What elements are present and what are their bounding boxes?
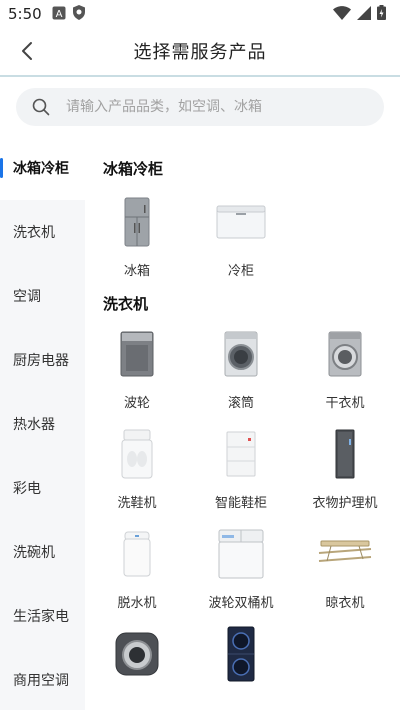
section-title-washer: 洗衣机	[103, 293, 149, 315]
chest-freezer-icon	[211, 194, 271, 250]
product-clothes-rack[interactable]: 晾衣机	[295, 526, 395, 616]
sidebar-item-commercial-ac[interactable]: 商用空调	[0, 648, 85, 710]
product-stacked-washer-dryer[interactable]	[191, 626, 291, 710]
search-bar[interactable]	[16, 88, 384, 126]
product-label: 晾衣机	[325, 596, 365, 611]
chevron-left-icon	[22, 42, 32, 60]
sidebar-item-label: 冰箱冷柜	[13, 161, 69, 177]
product-label: 洗鞋机	[117, 496, 157, 511]
sidebar-item-label: 洗衣机	[13, 225, 55, 241]
product-twin-tub-washer[interactable]: 波轮双桶机	[191, 526, 291, 616]
active-indicator	[0, 158, 3, 178]
product-top-load-washer[interactable]: 波轮	[87, 326, 187, 416]
header-divider	[0, 75, 400, 77]
sidebar-item-label: 热水器	[13, 417, 55, 433]
product-label: 冷柜	[227, 264, 254, 279]
product-label: 冰箱	[123, 264, 150, 279]
round-washer-icon	[107, 626, 167, 682]
sidebar-item-label: 商用空调	[13, 673, 69, 689]
notification-a-icon: A	[52, 5, 66, 24]
sidebar-item-home-appliances[interactable]: 生活家电	[0, 584, 85, 648]
sidebar-item-label: 洗碗机	[13, 545, 55, 561]
svg-text:A: A	[55, 9, 62, 20]
product-chest-freezer[interactable]: 冷柜	[191, 194, 291, 284]
sidebar-item-label: 彩电	[13, 481, 41, 497]
clothes-rack-icon	[315, 526, 375, 582]
status-bar: 5:50 A	[0, 0, 400, 28]
sidebar-item-fridge-freezer[interactable]: 冰箱冷柜	[0, 136, 85, 200]
section-title-fridge-freezer: 冰箱冷柜	[103, 158, 164, 180]
sidebar-item-air-conditioner[interactable]: 空调	[0, 264, 85, 328]
product-label: 波轮	[123, 396, 150, 411]
product-label: 脱水机	[117, 596, 157, 611]
shoe-washer-icon	[107, 426, 167, 482]
product-label: 智能鞋柜	[214, 496, 267, 511]
product-fridge[interactable]: 冰箱	[87, 194, 187, 284]
wifi-icon	[333, 5, 351, 24]
shield-icon	[72, 4, 86, 24]
front-load-washer-icon	[211, 326, 271, 382]
clothes-care-icon	[315, 426, 375, 482]
search-icon	[32, 98, 50, 116]
product-spin-dryer[interactable]: 脱水机	[87, 526, 187, 616]
dryer-icon	[315, 326, 375, 382]
sidebar-item-tv[interactable]: 彩电	[0, 456, 85, 520]
back-button[interactable]	[14, 38, 40, 64]
product-round-washer[interactable]	[87, 626, 187, 710]
product-list: 冰箱冷柜 冰箱 冷柜 洗衣机 波轮 滚筒 干衣机 洗鞋机 智能鞋柜 衣物护理机 …	[85, 136, 400, 710]
category-sidebar: 冰箱冷柜 洗衣机 空调 厨房电器 热水器 彩电 洗碗机 生活家电 商用空调	[0, 136, 85, 710]
sidebar-item-dishwasher[interactable]: 洗碗机	[0, 520, 85, 584]
product-front-load-washer[interactable]: 滚筒	[191, 326, 291, 416]
top-load-washer-icon	[107, 326, 167, 382]
sidebar-item-label: 空调	[13, 289, 41, 305]
product-dryer[interactable]: 干衣机	[295, 326, 395, 416]
product-clothes-care[interactable]: 衣物护理机	[295, 426, 395, 516]
sidebar-item-label: 厨房电器	[13, 353, 69, 369]
product-shoe-cabinet[interactable]: 智能鞋柜	[191, 426, 291, 516]
status-time: 5:50	[8, 5, 42, 23]
fridge-icon	[107, 194, 167, 250]
sidebar-item-kitchen-appliances[interactable]: 厨房电器	[0, 328, 85, 392]
section-title-text: 冰箱冷柜	[103, 160, 164, 178]
shoe-cabinet-icon	[211, 426, 271, 482]
sidebar-item-water-heater[interactable]: 热水器	[0, 392, 85, 456]
section-title-text: 洗衣机	[103, 295, 149, 313]
spin-dryer-icon	[107, 526, 167, 582]
sidebar-item-washer[interactable]: 洗衣机	[0, 200, 85, 264]
product-label: 波轮双桶机	[208, 596, 274, 611]
product-label: 滚筒	[227, 396, 254, 411]
product-shoe-washer[interactable]: 洗鞋机	[87, 426, 187, 516]
product-label: 衣物护理机	[312, 496, 378, 511]
product-label: 干衣机	[325, 396, 365, 411]
header: 选择需服务产品	[0, 28, 400, 74]
search-input[interactable]	[66, 99, 356, 115]
battery-icon	[377, 4, 386, 24]
stacked-washer-dryer-icon	[211, 626, 271, 682]
sidebar-item-label: 生活家电	[13, 609, 69, 625]
signal-icon	[357, 5, 371, 24]
twin-tub-washer-icon	[211, 526, 271, 582]
page-title: 选择需服务产品	[133, 42, 267, 63]
